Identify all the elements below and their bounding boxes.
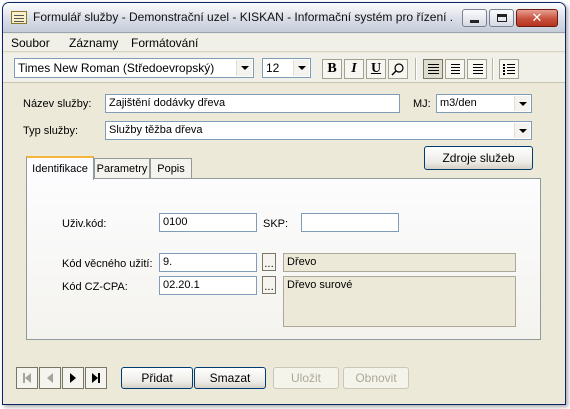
kod-vecneho-description: Dřevo [283, 253, 516, 272]
tab-popis[interactable]: Popis [150, 158, 192, 178]
toolbar-separator [492, 58, 493, 80]
title-bar[interactable]: Formulář služby - Demonstrační uzel - KI… [3, 3, 565, 33]
kod-vecneho-lookup-button[interactable]: ... [262, 253, 276, 271]
font-name-value: Times New Roman (Středoevropský) [18, 61, 215, 75]
last-record-button[interactable] [85, 367, 107, 389]
minimize-button[interactable] [462, 9, 487, 27]
font-size-value: 12 [266, 61, 280, 75]
bold-button[interactable]: B [322, 59, 342, 79]
ulozit-button[interactable]: Uložit [273, 367, 339, 389]
tab-identifikace[interactable]: Identifikace [26, 156, 94, 180]
align-left-icon [427, 63, 439, 75]
align-center-button[interactable] [445, 59, 465, 79]
next-record-button[interactable] [62, 367, 84, 389]
previous-record-icon [47, 373, 53, 383]
kod-cz-cpa-lookup-button[interactable]: ... [262, 276, 276, 294]
highlight-icon [391, 63, 404, 76]
italic-button[interactable]: I [344, 59, 364, 79]
kod-cz-cpa-label: Kód CZ-CPA: [62, 281, 128, 293]
kod-vecneho-uziti-input[interactable]: 9. [159, 253, 257, 272]
format-toolbar: Times New Roman (Středoevropský) 12 B I … [3, 53, 565, 83]
menu-zaznamy[interactable]: Záznamy [69, 36, 118, 50]
mj-value: m3/den [440, 97, 477, 109]
chevron-down-icon[interactable] [514, 123, 530, 138]
obnovit-button[interactable]: Obnovit [343, 367, 409, 389]
align-right-button[interactable] [467, 59, 487, 79]
kod-vecneho-uziti-label: Kód věcného užití: [62, 258, 153, 270]
kod-cz-cpa-input[interactable]: 02.20.1 [159, 276, 257, 295]
window-title: Formulář služby - Demonstrační uzel - KI… [33, 10, 453, 24]
minimize-icon [470, 20, 479, 23]
bullet-list-icon [503, 63, 515, 75]
align-right-icon [473, 63, 483, 75]
previous-record-button[interactable] [39, 367, 61, 389]
skp-input[interactable] [301, 213, 399, 232]
bullet-list-button[interactable] [499, 59, 519, 79]
next-record-icon [70, 373, 76, 383]
align-left-button[interactable] [423, 59, 443, 79]
pridat-button[interactable]: Přidat [121, 367, 193, 389]
underline-button[interactable]: U [366, 59, 386, 79]
form-icon [11, 11, 27, 24]
mj-label: MJ: [413, 98, 431, 110]
smazat-button[interactable]: Smazat [194, 367, 266, 389]
maximize-button[interactable] [489, 9, 514, 27]
identifikace-panel: Uživ.kód: 0100 SKP: Kód věcného užití: 9… [26, 178, 541, 340]
first-record-button[interactable] [16, 367, 38, 389]
toolbar-separator [415, 58, 416, 80]
font-size-select[interactable]: 12 [262, 58, 311, 78]
form-window: Formulář služby - Demonstrační uzel - KI… [2, 2, 566, 405]
maximize-icon [496, 14, 507, 22]
uziv-kod-input[interactable]: 0100 [159, 213, 257, 232]
mj-select[interactable]: m3/den [436, 94, 532, 113]
nazev-sluzby-input[interactable]: Zajištění dodávky dřeva [105, 94, 400, 113]
typ-sluzby-select[interactable]: Služby těžba dřeva [105, 121, 532, 140]
uziv-kod-label: Uživ.kód: [62, 218, 107, 230]
typ-sluzby-label: Typ služby: [23, 125, 79, 137]
close-button[interactable]: ✕ [516, 9, 558, 27]
highlight-button[interactable] [388, 59, 408, 79]
zdroje-sluzeb-button[interactable]: Zdroje služeb [424, 146, 533, 170]
kod-cz-cpa-description: Dřevo surové [283, 276, 516, 327]
chevron-down-icon[interactable] [293, 60, 309, 76]
chevron-down-icon[interactable] [514, 96, 530, 111]
font-name-select[interactable]: Times New Roman (Středoevropský) [14, 58, 254, 78]
typ-sluzby-value: Služby těžba dřeva [109, 124, 203, 136]
skp-label: SKP: [263, 218, 289, 230]
close-icon: ✕ [531, 10, 543, 26]
menu-bar: Soubor Záznamy Formátování [3, 34, 565, 52]
align-center-icon [450, 63, 460, 75]
chevron-down-icon[interactable] [236, 60, 252, 76]
menu-formatovani[interactable]: Formátování [131, 36, 198, 50]
tab-parametry[interactable]: Parametry [94, 158, 150, 178]
menu-soubor[interactable]: Soubor [11, 36, 50, 50]
nazev-sluzby-label: Název služby: [23, 98, 92, 110]
